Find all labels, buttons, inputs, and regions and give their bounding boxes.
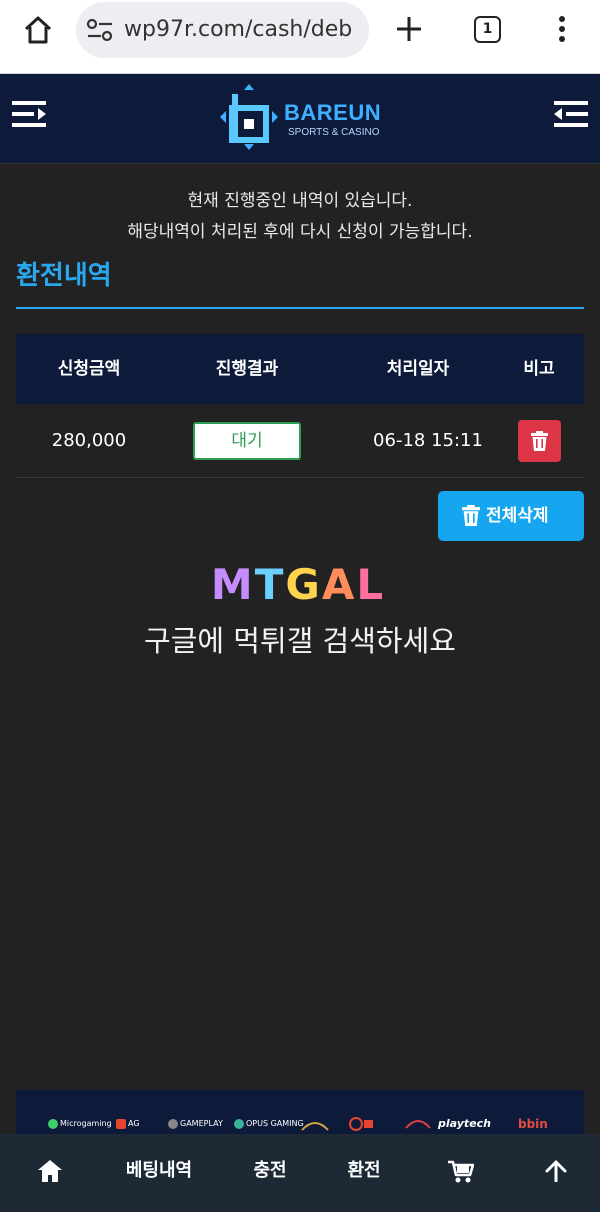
cell-amount: 280,000 [51, 430, 127, 451]
kebab-menu-icon[interactable] [552, 14, 572, 44]
notice-line-1: 현재 진행중인 내역이 있습니다. [187, 191, 413, 211]
table-row: 280,000 대기 06-18 15:11 [16, 404, 584, 478]
partner-emblem-icon [405, 1120, 431, 1129]
brand-name: BAREUN [284, 100, 382, 125]
partner-logo: bbin [518, 1117, 548, 1131]
cell-date: 06-18 15:11 [373, 430, 483, 451]
status-badge: 대기 [193, 422, 301, 460]
nav-scroll-top[interactable] [526, 1134, 586, 1212]
delete-all-button[interactable]: 전체삭제 [438, 491, 584, 541]
address-bar[interactable]: wp97r.com/cash/deb [76, 2, 369, 58]
delete-all-label: 전체삭제 [486, 506, 549, 526]
partner-emblem-icon [301, 1122, 329, 1131]
watermark-text: 구글에 먹튀갤 검색하세요 [144, 624, 456, 658]
url-text[interactable]: wp97r.com/cash/deb [124, 16, 364, 44]
nav-cart[interactable] [430, 1134, 490, 1212]
tab-switcher-button[interactable]: 1 [474, 16, 501, 43]
home-icon [38, 1160, 62, 1182]
page-title: 환전내역 [16, 261, 112, 291]
partner-logo: playtech [438, 1117, 491, 1130]
column-header-status: 진행결과 [215, 359, 279, 379]
partner-logo: AG [116, 1116, 140, 1132]
logo-mark-icon [220, 84, 278, 150]
site-header: BAREUN SPORTS & CASINO [0, 74, 600, 164]
browser-toolbar: wp97r.com/cash/deb 1 [0, 0, 600, 74]
pending-notice: 현재 진행중인 내역이 있습니다. 해당내역이 처리된 후에 다시 신청이 가능… [0, 186, 600, 248]
delete-row-button[interactable] [518, 420, 561, 462]
cart-icon [448, 1160, 474, 1183]
bottom-navigation: 베팅내역 충전 환전 [0, 1134, 600, 1212]
partner-logo: Microgaming [48, 1116, 112, 1132]
brand-logo[interactable]: BAREUN SPORTS & CASINO [218, 84, 388, 150]
tune-icon[interactable] [86, 17, 114, 43]
column-header-date: 처리일자 [386, 359, 450, 379]
menu-open-icon[interactable] [12, 98, 48, 130]
arrow-up-icon [545, 1160, 567, 1182]
partner-emblem-icon [349, 1117, 373, 1131]
column-header-note: 비고 [523, 359, 555, 379]
plus-icon[interactable] [394, 14, 424, 44]
table-header: 신청금액 진행결과 처리일자 비고 [16, 334, 584, 404]
nav-home[interactable] [20, 1134, 80, 1212]
partner-logo: GAMEPLAY [168, 1116, 223, 1132]
nav-withdraw[interactable]: 환전 [326, 1134, 402, 1212]
trash-icon [462, 505, 480, 526]
home-icon[interactable] [20, 12, 56, 48]
title-divider [16, 307, 584, 309]
notice-line-2: 해당내역이 처리된 후에 다시 신청이 가능합니다. [127, 222, 473, 242]
partner-logo: OPUS GAMING [234, 1116, 304, 1132]
column-header-amount: 신청금액 [57, 359, 121, 379]
nav-betting-history[interactable]: 베팅내역 [104, 1134, 214, 1212]
nav-deposit[interactable]: 충전 [232, 1134, 308, 1212]
menu-close-icon[interactable] [552, 98, 588, 130]
brand-subtitle: SPORTS & CASINO [288, 127, 380, 138]
trash-icon [531, 431, 548, 451]
watermark-logo: MTGAL [210, 560, 386, 609]
